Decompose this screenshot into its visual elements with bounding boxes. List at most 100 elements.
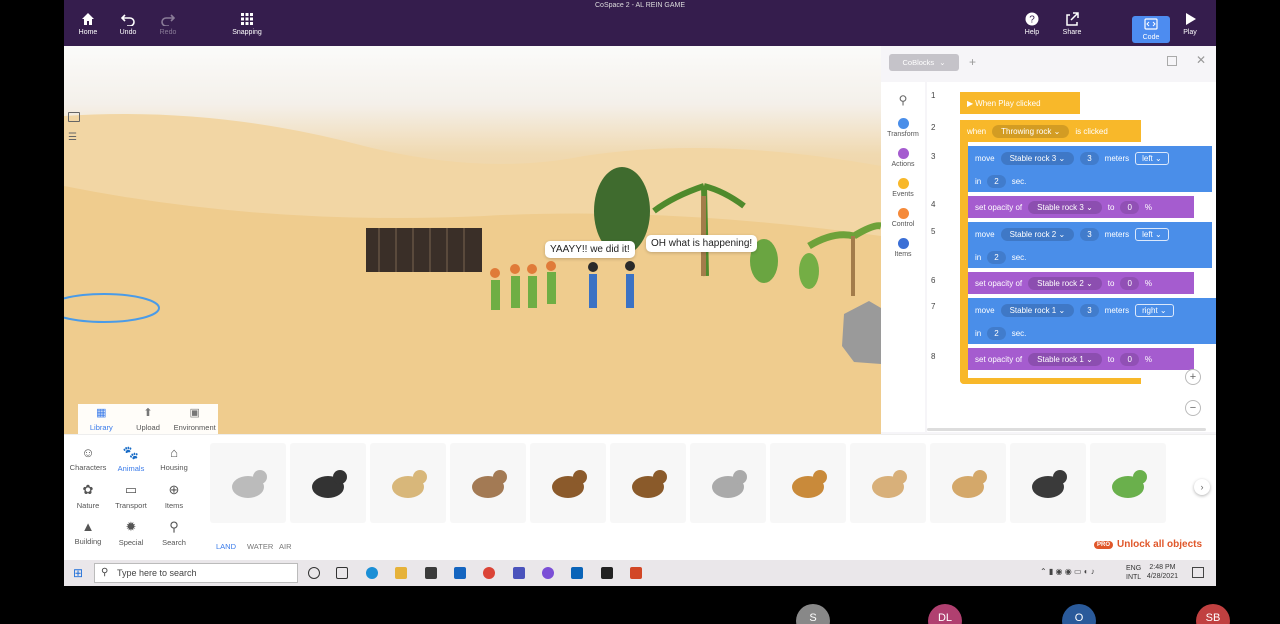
animal-dog[interactable] <box>370 443 446 523</box>
opacity-input[interactable]: 0 <box>1120 200 1139 214</box>
category-housing[interactable]: ⌂ Housing <box>152 445 196 472</box>
direction-select[interactable]: right ⌄ <box>1135 303 1174 317</box>
close-icon[interactable]: ✕ <box>1196 53 1206 67</box>
category-building[interactable]: ▲ Building <box>66 519 110 546</box>
expand-icon[interactable] <box>1167 56 1177 66</box>
animal-mouse[interactable] <box>210 443 286 523</box>
add-tab-button[interactable]: + <box>969 55 976 69</box>
set-opacity-block[interactable]: set opacity of Stable rock 1 ⌄ to 0 % <box>968 348 1194 370</box>
time-input[interactable]: 2 <box>987 326 1006 340</box>
opacity-input[interactable]: 0 <box>1120 276 1139 290</box>
app-icon[interactable] <box>601 567 613 579</box>
teams-icon[interactable] <box>513 567 525 579</box>
animal-horse[interactable] <box>530 443 606 523</box>
move-block[interactable]: move Stable rock 2 ⌄ 3 meters left ⌄ <box>968 222 1212 246</box>
language-indicator[interactable]: ENG INTL <box>1126 564 1141 582</box>
category-control[interactable]: Control <box>881 208 925 228</box>
gallery-icon[interactable] <box>68 112 80 122</box>
notification-icon[interactable] <box>1192 567 1204 578</box>
animal-lion[interactable] <box>770 443 846 523</box>
move-block[interactable]: move Stable rock 1 ⌄ 3 meters right ⌄ <box>968 298 1216 322</box>
participant-avatar[interactable]: DL <box>928 604 962 624</box>
wooden-crate[interactable] <box>366 228 482 272</box>
store-icon[interactable] <box>425 567 437 579</box>
category-items[interactable]: ⊕ Items <box>152 482 196 510</box>
direction-select[interactable]: left ⌄ <box>1135 151 1169 165</box>
code-button[interactable]: Code <box>1132 16 1170 43</box>
category-events[interactable]: Events <box>881 178 925 198</box>
share-button[interactable]: Share <box>1052 12 1092 36</box>
object-select[interactable]: Stable rock 3 ⌄ <box>1028 200 1102 214</box>
undo-button[interactable]: Undo <box>108 12 148 36</box>
animal-gorilla[interactable] <box>1010 443 1086 523</box>
cortana-icon[interactable] <box>308 567 320 579</box>
move-duration-row[interactable]: in 2 sec. <box>968 170 1212 192</box>
animal-camel[interactable] <box>930 443 1006 523</box>
category-nature[interactable]: ✿ Nature <box>66 482 110 510</box>
when-clicked-block[interactable]: when Throwing rock ⌄ is clicked <box>960 120 1141 142</box>
horizontal-scrollbar[interactable] <box>927 428 1206 431</box>
search-icon[interactable]: ⚲ <box>881 82 925 118</box>
chrome-icon[interactable] <box>483 567 495 579</box>
object-select[interactable]: Stable rock 1 ⌄ <box>1000 303 1075 317</box>
snapping-button[interactable]: Snapping <box>227 12 267 36</box>
mail-icon[interactable] <box>454 567 466 579</box>
tab-library[interactable]: ▦ Library <box>78 404 125 434</box>
category-transport[interactable]: ▭ Transport <box>109 482 153 510</box>
category-transform[interactable]: Transform <box>881 118 925 138</box>
category-special[interactable]: ✹ Special <box>109 519 153 547</box>
scene-viewport[interactable]: YAAYY!! we did it! OH what is happening!… <box>64 46 881 434</box>
direction-select[interactable]: left ⌄ <box>1135 227 1169 241</box>
animal-cat[interactable] <box>290 443 366 523</box>
participant-avatar[interactable]: S <box>796 604 830 624</box>
animal-rabbit[interactable] <box>450 443 526 523</box>
zoom-out-button[interactable]: − <box>1185 400 1201 416</box>
subtab-air[interactable]: AIR <box>279 542 292 551</box>
code-editor[interactable]: 1 2 3 4 5 6 7 8 ▶ When Play clicked when … <box>927 82 1216 432</box>
trigger-object-select[interactable]: Throwing rock ⌄ <box>992 124 1070 138</box>
play-button[interactable]: Play <box>1170 12 1210 36</box>
object-select[interactable]: Stable rock 2 ⌄ <box>1000 227 1075 241</box>
time-input[interactable]: 2 <box>987 250 1006 264</box>
category-actions[interactable]: Actions <box>881 148 925 168</box>
participant-avatar[interactable]: SB <box>1196 604 1230 624</box>
distance-input[interactable]: 3 <box>1080 227 1099 241</box>
taskbar-clock[interactable]: 2:48 PM 4/28/2021 <box>1147 563 1178 581</box>
distance-input[interactable]: 3 <box>1080 303 1099 317</box>
move-block[interactable]: move Stable rock 3 ⌄ 3 meters left ⌄ <box>968 146 1212 170</box>
opacity-input[interactable]: 0 <box>1120 352 1139 366</box>
windows-start-icon[interactable]: ⊞ <box>73 567 85 579</box>
when-play-block[interactable]: ▶ When Play clicked <box>960 92 1080 114</box>
subtab-water[interactable]: WATER <box>247 542 273 551</box>
participant-avatar[interactable]: O <box>1062 604 1096 624</box>
app-icon[interactable] <box>542 567 554 579</box>
set-opacity-block[interactable]: set opacity of Stable rock 3 ⌄ to 0 % <box>968 196 1194 218</box>
zoom-in-button[interactable]: + <box>1185 369 1201 385</box>
outlook-icon[interactable] <box>571 567 583 579</box>
file-explorer-icon[interactable] <box>395 567 407 579</box>
move-duration-row[interactable]: in 2 sec. <box>968 322 1216 344</box>
taskbar-search-input[interactable]: ⚲ Type here to search <box>94 563 298 583</box>
subtab-land[interactable]: LAND <box>216 542 236 551</box>
powerpoint-icon[interactable] <box>630 567 642 579</box>
object-select[interactable]: Stable rock 2 ⌄ <box>1028 276 1102 290</box>
system-tray-icons[interactable]: ⌃ ▮ ◉ ◉ ▭ ◐ ♪ <box>1040 567 1095 576</box>
unlock-all-button[interactable]: PRO Unlock all objects <box>1094 539 1202 550</box>
redo-button[interactable]: Redo <box>148 12 188 36</box>
set-opacity-block[interactable]: set opacity of Stable rock 2 ⌄ to 0 % <box>968 272 1194 294</box>
object-select[interactable]: Stable rock 3 ⌄ <box>1000 151 1075 165</box>
move-duration-row[interactable]: in 2 sec. <box>968 246 1212 268</box>
task-view-icon[interactable] <box>336 567 348 579</box>
animal-elephant[interactable] <box>690 443 766 523</box>
tab-upload[interactable]: ⬆ Upload <box>125 404 172 434</box>
coblocks-tab[interactable]: CoBlocks ⌄ <box>889 54 959 71</box>
animal-bear[interactable] <box>610 443 686 523</box>
category-animals[interactable]: 🐾 Animals <box>109 445 153 473</box>
category-characters[interactable]: ☺ Characters <box>66 445 110 472</box>
home-button[interactable]: Home <box>68 12 108 36</box>
distance-input[interactable]: 3 <box>1080 151 1099 165</box>
help-button[interactable]: ? Help <box>1012 12 1052 36</box>
category-search[interactable]: ⚲ Search <box>152 519 196 547</box>
tab-environment[interactable]: ▣ Environment <box>171 404 218 434</box>
time-input[interactable]: 2 <box>987 174 1006 188</box>
